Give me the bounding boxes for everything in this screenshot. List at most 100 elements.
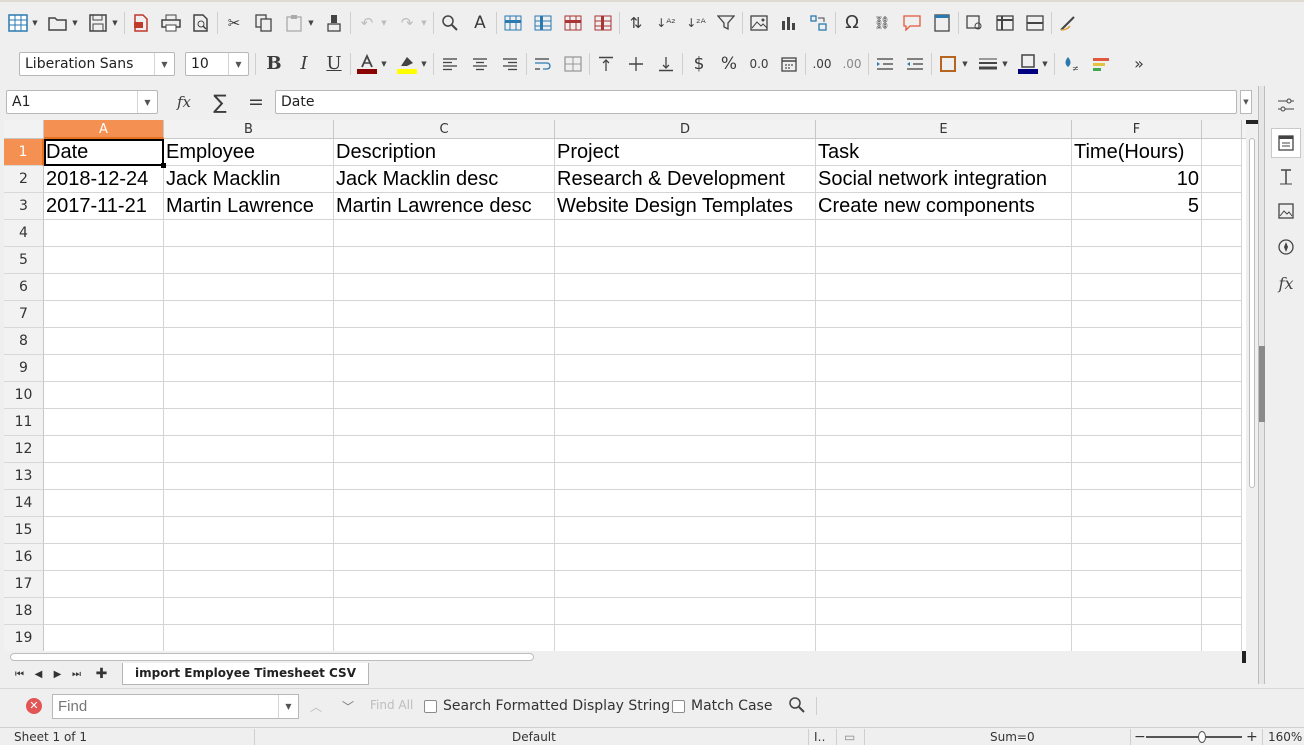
highlight-color-icon[interactable]	[395, 52, 419, 76]
sidebar-navigator-icon[interactable]	[1271, 232, 1301, 262]
cell-g7[interactable]	[1202, 301, 1242, 328]
row-header-14[interactable]: 14	[4, 490, 44, 517]
horizontal-scroll-thumb[interactable]	[10, 653, 534, 661]
cell-e16[interactable]	[816, 544, 1072, 571]
cell-d1[interactable]: Project	[555, 139, 816, 166]
cell-f18[interactable]	[1072, 598, 1202, 625]
cell-a2[interactable]: 2018-12-24	[44, 166, 164, 193]
cell-g13[interactable]	[1202, 463, 1242, 490]
row-header-16[interactable]: 16	[4, 544, 44, 571]
row-header-7[interactable]: 7	[4, 301, 44, 328]
cell-e19[interactable]	[816, 625, 1072, 651]
row-icon[interactable]	[501, 11, 525, 35]
cell-e5[interactable]	[816, 247, 1072, 274]
open-folder-icon[interactable]	[46, 11, 70, 35]
sidebar-properties-icon[interactable]	[1271, 128, 1301, 158]
copy-icon[interactable]	[252, 11, 276, 35]
conditional-format-icon[interactable]: ≠	[1059, 52, 1083, 76]
cell-c19[interactable]	[334, 625, 555, 651]
underline-button[interactable]: U	[322, 52, 346, 76]
italic-button[interactable]: I	[292, 52, 316, 76]
cell-b16[interactable]	[164, 544, 334, 571]
print-icon[interactable]	[159, 11, 183, 35]
cell-g6[interactable]	[1202, 274, 1242, 301]
cell-b13[interactable]	[164, 463, 334, 490]
borders-dropdown-icon[interactable]: ▼	[960, 52, 970, 76]
insert-image-icon[interactable]	[747, 11, 771, 35]
undo-icon[interactable]: ↶	[355, 11, 379, 35]
row-header-10[interactable]: 10	[4, 382, 44, 409]
zoom-out-icon[interactable]: −	[1134, 729, 1146, 745]
toolbar-overflow-button[interactable]: »	[1127, 52, 1151, 76]
cell-b12[interactable]	[164, 436, 334, 463]
row-header-5[interactable]: 5	[4, 247, 44, 274]
cell-d8[interactable]	[555, 328, 816, 355]
cell-g2[interactable]	[1202, 166, 1242, 193]
merge-center-icon[interactable]	[561, 52, 585, 76]
cell-f12[interactable]	[1072, 436, 1202, 463]
cell-b18[interactable]	[164, 598, 334, 625]
sum-button[interactable]: ∑	[206, 90, 234, 114]
split-window-icon[interactable]	[1023, 11, 1047, 35]
cell-b17[interactable]	[164, 571, 334, 598]
zoom-slider-knob[interactable]	[1198, 731, 1206, 743]
sort-ascending-icon[interactable]: ↓ᴬᶻ	[654, 11, 678, 35]
cell-d16[interactable]	[555, 544, 816, 571]
align-bottom-icon[interactable]	[654, 52, 678, 76]
row-header-3[interactable]: 3	[4, 193, 44, 220]
cell-c5[interactable]	[334, 247, 555, 274]
column-header-extra[interactable]	[1202, 120, 1242, 139]
cell-e8[interactable]	[816, 328, 1072, 355]
cell-f2[interactable]: 10	[1072, 166, 1202, 193]
cell-e3[interactable]: Create new components	[816, 193, 1072, 220]
insert-mode-icon[interactable]: I‥	[814, 729, 826, 745]
clone-formatting-icon[interactable]	[322, 11, 346, 35]
comment-icon[interactable]	[900, 11, 924, 35]
border-style-icon[interactable]	[976, 52, 1000, 76]
sidebar-functions-icon[interactable]: fx	[1271, 268, 1301, 298]
cell-a16[interactable]	[44, 544, 164, 571]
percent-format-button[interactable]: %	[717, 52, 741, 76]
cell-b1[interactable]: Employee	[164, 139, 334, 166]
cell-e13[interactable]	[816, 463, 1072, 490]
cell-a8[interactable]	[44, 328, 164, 355]
cell-d12[interactable]	[555, 436, 816, 463]
column-header-d[interactable]: D	[555, 120, 816, 139]
save-icon[interactable]	[86, 11, 110, 35]
cell-g1[interactable]	[1202, 139, 1242, 166]
add-sheet-icon[interactable]: ✚	[92, 664, 111, 684]
delete-decimal-button[interactable]: .00	[840, 52, 864, 76]
row-header-19[interactable]: 19	[4, 625, 44, 651]
first-sheet-icon[interactable]: ⏮	[10, 664, 29, 684]
cell-g4[interactable]	[1202, 220, 1242, 247]
cell-b8[interactable]	[164, 328, 334, 355]
font-size-dropdown-icon[interactable]: ▼	[228, 53, 248, 75]
page-style[interactable]: Default	[512, 729, 556, 745]
color-scale-icon[interactable]	[1089, 52, 1113, 76]
expand-formula-icon[interactable]: ▼	[1240, 90, 1252, 114]
cell-b2[interactable]: Jack Macklin	[164, 166, 334, 193]
column-header-f[interactable]: F	[1072, 120, 1202, 139]
align-top-icon[interactable]	[594, 52, 618, 76]
cell-e18[interactable]	[816, 598, 1072, 625]
next-sheet-icon[interactable]: ▶	[48, 664, 67, 684]
cell-f13[interactable]	[1072, 463, 1202, 490]
cell-d11[interactable]	[555, 409, 816, 436]
cell-e1[interactable]: Task	[816, 139, 1072, 166]
cell-a5[interactable]	[44, 247, 164, 274]
cell-e12[interactable]	[816, 436, 1072, 463]
sidebar-gallery-icon[interactable]	[1271, 196, 1301, 226]
cell-e14[interactable]	[816, 490, 1072, 517]
open-dropdown-icon[interactable]: ▼	[70, 11, 80, 35]
cell-a3[interactable]: 2017-11-21	[44, 193, 164, 220]
cell-d7[interactable]	[555, 301, 816, 328]
vertical-scroll-thumb[interactable]	[1249, 138, 1255, 488]
cell-b9[interactable]	[164, 355, 334, 382]
pivot-table-icon[interactable]	[807, 11, 831, 35]
formula-button[interactable]: =	[242, 90, 270, 114]
cell-c3[interactable]: Martin Lawrence desc	[334, 193, 555, 220]
find-all-button[interactable]: Find All	[370, 698, 413, 712]
cell-d2[interactable]: Research & Development	[555, 166, 816, 193]
row-header-15[interactable]: 15	[4, 517, 44, 544]
find-previous-icon[interactable]: ︿	[310, 698, 322, 715]
